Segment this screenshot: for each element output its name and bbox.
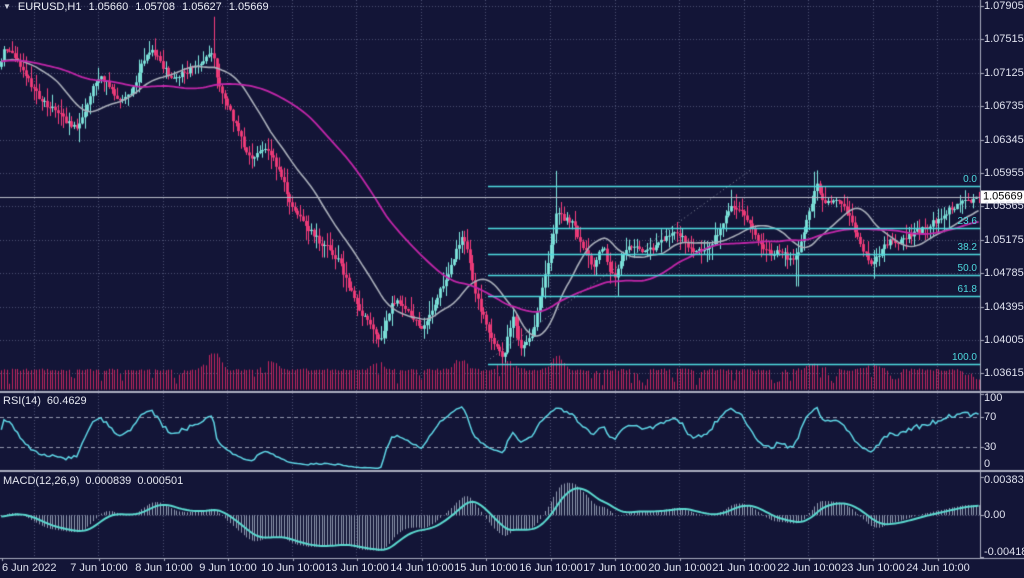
current-price-label: 1.05669 xyxy=(981,191,1024,204)
chart-window: ▼EURUSD,H11.056601.057081.056271.05669 R… xyxy=(0,0,1024,578)
price-chart-canvas[interactable] xyxy=(0,0,1024,578)
